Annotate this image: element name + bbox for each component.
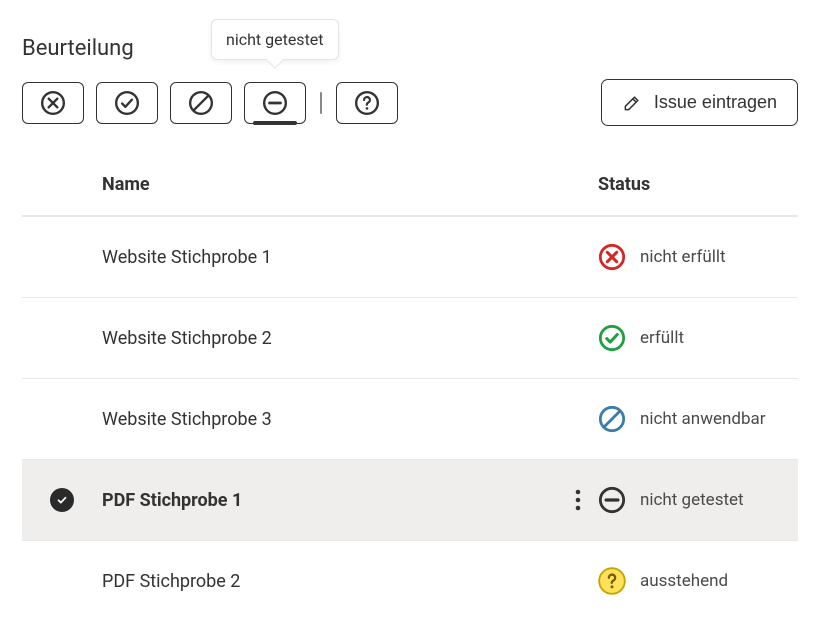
issue-button[interactable]: Issue eintragen xyxy=(601,79,798,126)
status-label: erfüllt xyxy=(640,328,684,348)
status-label: nicht getestet xyxy=(640,490,744,510)
rating-not-applicable-button[interactable] xyxy=(170,82,232,124)
header-status: Status xyxy=(598,174,798,195)
rating-not-fulfilled-button[interactable] xyxy=(22,82,84,124)
issue-button-label: Issue eintragen xyxy=(654,92,777,113)
minus-circle-icon xyxy=(598,486,626,514)
kebab-menu-icon[interactable] xyxy=(575,489,581,511)
row-name: Website Stichprobe 2 xyxy=(102,328,558,349)
section-title: Beurteilung xyxy=(22,36,798,61)
question-circle-icon xyxy=(354,90,380,116)
status-label: ausstehend xyxy=(640,571,728,591)
x-circle-icon xyxy=(40,90,66,116)
check-circle-icon xyxy=(114,90,140,116)
rating-toolbar: Issue eintragen xyxy=(22,79,798,126)
row-name: Website Stichprobe 1 xyxy=(102,247,558,268)
slash-circle-icon xyxy=(598,405,626,433)
edit-icon xyxy=(622,93,642,113)
status-label: nicht erfüllt xyxy=(640,247,726,267)
table-row[interactable]: Website Stichprobe 1 nicht erfüllt xyxy=(22,216,798,297)
row-name: PDF Stichprobe 2 xyxy=(102,571,558,592)
rating-fulfilled-button[interactable] xyxy=(96,82,158,124)
status-label: nicht anwendbar xyxy=(640,409,766,429)
table-row[interactable]: Website Stichprobe 3 nicht anwendbar xyxy=(22,378,798,459)
table-row[interactable]: Website Stichprobe 2 erfüllt xyxy=(22,297,798,378)
table-row[interactable]: PDF Stichprobe 2 ausstehend xyxy=(22,540,798,621)
row-name: Website Stichprobe 3 xyxy=(102,409,558,430)
tooltip-not-tested: nicht getestet xyxy=(211,19,339,60)
slash-circle-icon xyxy=(188,90,214,116)
samples-table: Name Status Website Stichprobe 1 nicht er… xyxy=(22,154,798,621)
selected-mark-icon xyxy=(50,488,74,512)
row-name: PDF Stichprobe 1 xyxy=(102,490,558,511)
rating-help-button[interactable] xyxy=(336,82,398,124)
minus-circle-icon xyxy=(262,90,288,116)
question-circle-icon xyxy=(598,567,626,595)
table-row[interactable]: PDF Stichprobe 1 nicht getestet xyxy=(22,459,798,540)
x-circle-icon xyxy=(598,243,626,271)
rating-not-tested-button[interactable] xyxy=(244,82,306,124)
table-header: Name Status xyxy=(22,154,798,216)
header-name: Name xyxy=(102,174,558,195)
check-circle-icon xyxy=(598,324,626,352)
toolbar-divider xyxy=(320,92,322,114)
